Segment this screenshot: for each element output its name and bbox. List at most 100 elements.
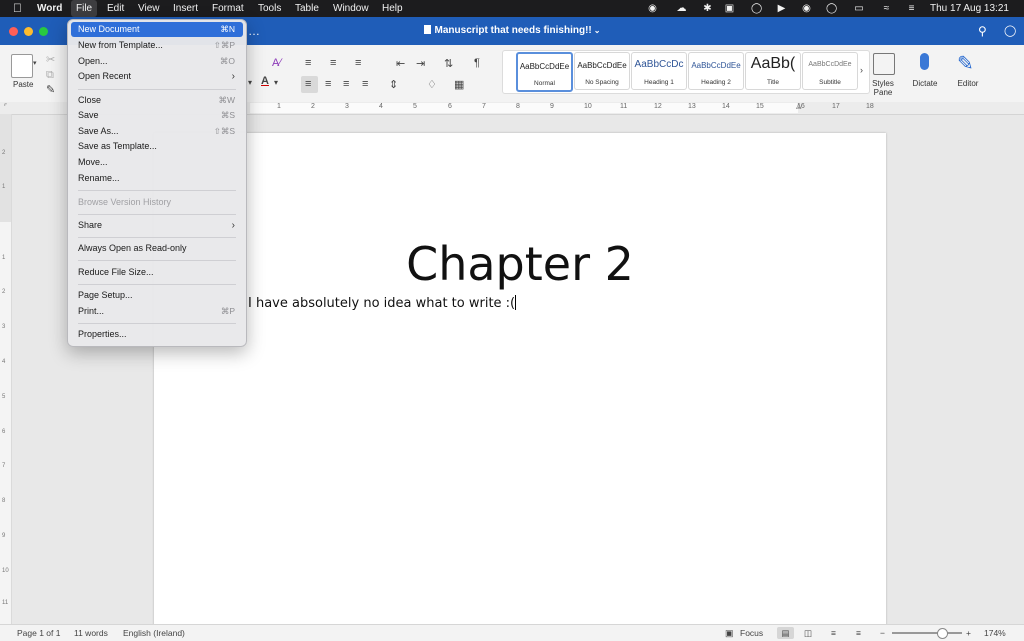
- bluetooth-icon[interactable]: ✱: [702, 3, 713, 14]
- menu-item-save[interactable]: Save ⌘S: [71, 108, 243, 123]
- menu-window[interactable]: Window: [333, 0, 369, 17]
- zoom-in-button[interactable]: +: [966, 625, 971, 641]
- dictate-label[interactable]: Dictate: [910, 79, 940, 88]
- record-icon[interactable]: ◉: [801, 3, 812, 14]
- clear-formatting-icon[interactable]: A∕: [272, 57, 281, 69]
- clock[interactable]: Thu 17 Aug 13:21: [930, 0, 1009, 17]
- borders-icon[interactable]: ▦: [454, 78, 464, 91]
- apple-icon[interactable]: : [13, 0, 22, 17]
- cut-icon[interactable]: ✂: [46, 53, 55, 66]
- chevron-right-icon[interactable]: ›: [860, 65, 863, 75]
- activity-icon[interactable]: ◉: [647, 3, 658, 14]
- style-subtitle[interactable]: AaBbCcDdEe Subtitle: [802, 52, 858, 90]
- web-layout-icon[interactable]: ◫: [804, 625, 812, 641]
- wifi-icon[interactable]: ≈: [881, 3, 892, 14]
- shield-icon[interactable]: ◯: [751, 3, 762, 14]
- decrease-indent-icon[interactable]: ⇤: [396, 57, 405, 70]
- body-paragraph[interactable]: I have absolutely no idea what to write …: [248, 295, 517, 311]
- menu-format[interactable]: Format: [212, 0, 244, 17]
- search-icon[interactable]: ⚲: [978, 24, 987, 38]
- styles-pane-icon[interactable]: [873, 53, 895, 75]
- menu-item-close[interactable]: Close ⌘W: [71, 93, 243, 108]
- right-indent-marker[interactable]: △: [796, 102, 801, 110]
- menu-item-page-setup[interactable]: Page Setup...: [71, 288, 243, 303]
- menu-item-rename[interactable]: Rename...: [71, 171, 243, 186]
- styles-pane-label-2[interactable]: Pane: [871, 88, 895, 97]
- style-no-spacing[interactable]: AaBbCcDdEe No Spacing: [574, 52, 630, 90]
- microphone-icon[interactable]: [920, 53, 929, 70]
- numbering-icon[interactable]: ≡: [330, 57, 336, 69]
- play-icon[interactable]: ▶: [776, 3, 787, 14]
- menu-item-label: Rename...: [78, 173, 120, 183]
- style-heading-1[interactable]: AaBbCcDc Heading 1: [631, 52, 687, 90]
- justify-icon[interactable]: ≡: [362, 78, 368, 90]
- styles-pane-label-1[interactable]: Styles: [871, 79, 895, 88]
- cloud-icon[interactable]: ☁: [676, 3, 687, 14]
- app-menu-word[interactable]: Word: [37, 0, 62, 17]
- focus-icon[interactable]: ▣: [725, 625, 734, 641]
- menu-table[interactable]: Table: [295, 0, 319, 17]
- align-right-icon[interactable]: ≡: [343, 78, 349, 90]
- paste-chevron-icon[interactable]: ▾: [33, 59, 37, 67]
- user-icon[interactable]: ◯: [826, 3, 837, 14]
- print-layout-icon[interactable]: ▤: [777, 627, 794, 639]
- font-color-icon[interactable]: A: [261, 75, 269, 87]
- zoom-slider[interactable]: [892, 628, 962, 639]
- app-icon[interactable]: ▣: [724, 3, 735, 14]
- menu-item-share[interactable]: Share ›: [71, 218, 243, 233]
- menu-file[interactable]: File: [71, 0, 98, 17]
- menu-item-open-recent[interactable]: Open Recent ›: [71, 69, 243, 84]
- menu-item-new-from-template[interactable]: New from Template... ⇧⌘P: [71, 38, 243, 53]
- zoom-slider-thumb[interactable]: [937, 628, 949, 639]
- menu-item-move[interactable]: Move...: [71, 155, 243, 170]
- menu-help[interactable]: Help: [382, 0, 403, 17]
- menu-item-properties[interactable]: Properties...: [71, 327, 243, 342]
- menu-item-save-as[interactable]: Save As... ⇧⌘S: [71, 124, 243, 139]
- pilcrow-icon[interactable]: ¶: [474, 57, 480, 69]
- zoom-level[interactable]: 174%: [984, 625, 1006, 641]
- editor-label[interactable]: Editor: [951, 79, 985, 88]
- vertical-ruler[interactable]: 2 1 1 2 3 4 5 6 7 8 9 10 11: [0, 114, 12, 624]
- menu-item-reduce-file-size[interactable]: Reduce File Size...: [71, 265, 243, 280]
- tab-stop-icon[interactable]: ⌜: [4, 103, 7, 111]
- menu-item-new-document[interactable]: New Document ⌘N: [71, 22, 243, 37]
- word-count[interactable]: 11 words: [74, 625, 108, 641]
- copy-icon[interactable]: ⧉: [46, 69, 54, 82]
- menu-item-print[interactable]: Print... ⌘P: [71, 304, 243, 319]
- draft-view-icon[interactable]: ≡: [856, 625, 861, 641]
- format-painter-icon[interactable]: ✎: [46, 83, 55, 96]
- zoom-out-button[interactable]: −: [880, 625, 885, 641]
- menu-item-always-open-read-only[interactable]: Always Open as Read-only: [71, 241, 243, 256]
- outline-view-icon[interactable]: ≡: [831, 625, 836, 641]
- shading-icon[interactable]: ♢: [427, 78, 437, 91]
- font-color-chevron-icon[interactable]: ▾: [274, 78, 278, 87]
- align-center-icon[interactable]: ≡: [325, 78, 331, 90]
- style-normal[interactable]: AaBbCcDdEe Normal: [516, 52, 573, 92]
- menu-item-open[interactable]: Open... ⌘O: [71, 54, 243, 69]
- paste-icon[interactable]: [11, 54, 33, 78]
- vruler-tick: 10: [2, 568, 9, 574]
- bullets-icon[interactable]: ≡: [305, 57, 311, 69]
- style-heading-2[interactable]: AaBbCcDdEe Heading 2: [688, 52, 744, 90]
- style-title[interactable]: AaBb( Title: [745, 52, 801, 90]
- highlight-chevron-icon[interactable]: ▾: [248, 78, 252, 87]
- focus-button[interactable]: Focus: [740, 625, 763, 641]
- battery-icon[interactable]: ▭: [850, 3, 868, 14]
- menu-tools[interactable]: Tools: [258, 0, 281, 17]
- control-center-icon[interactable]: ≡: [906, 3, 917, 14]
- language[interactable]: English (Ireland): [123, 625, 185, 641]
- editor-icon[interactable]: ✎: [957, 51, 974, 76]
- menu-view[interactable]: View: [138, 0, 160, 17]
- document-page[interactable]: Chapter 2 I have absolutely no idea what…: [154, 133, 886, 628]
- page-count[interactable]: Page 1 of 1: [17, 625, 60, 641]
- line-spacing-icon[interactable]: ⇕: [389, 78, 398, 91]
- menu-edit[interactable]: Edit: [107, 0, 124, 17]
- share-icon[interactable]: ◯: [1004, 24, 1016, 37]
- sort-icon[interactable]: ⇅: [444, 57, 453, 70]
- multilevel-list-icon[interactable]: ≡: [355, 57, 361, 69]
- increase-indent-icon[interactable]: ⇥: [416, 57, 425, 70]
- menu-insert[interactable]: Insert: [173, 0, 198, 17]
- chapter-heading[interactable]: Chapter 2: [154, 237, 886, 291]
- paste-label[interactable]: Paste: [13, 80, 33, 89]
- menu-item-save-as-template[interactable]: Save as Template...: [71, 139, 243, 154]
